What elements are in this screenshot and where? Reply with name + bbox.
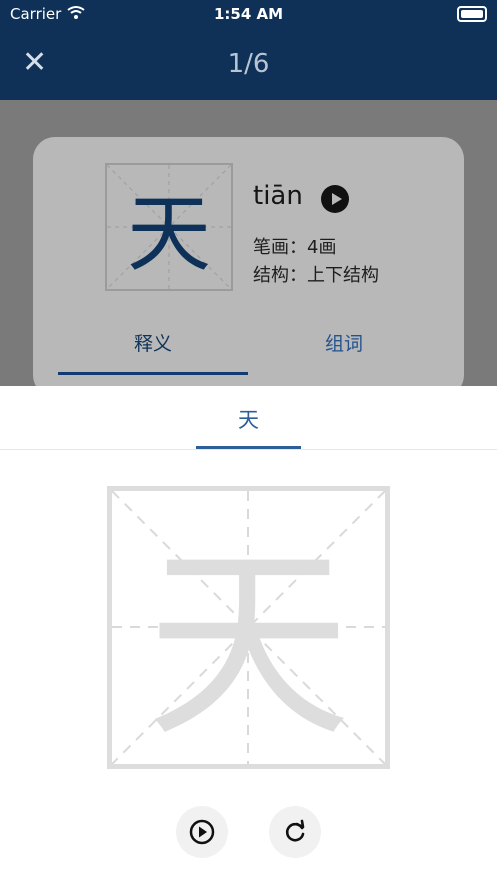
play-button[interactable] [176, 806, 228, 858]
tab-meaning[interactable]: 释义 [58, 329, 248, 356]
stroke-grid: 天 [107, 486, 390, 769]
page-progress: 1/6 [227, 49, 270, 79]
play-circle-icon [189, 819, 215, 845]
character-preview: 天 [126, 184, 211, 283]
character-card: 天 tiān 笔画：4画 结构：上下结构 释义 组词 [33, 137, 464, 397]
structure-type: 结构：上下结构 [253, 265, 379, 286]
replay-button[interactable] [269, 806, 321, 858]
tab-character[interactable]: 天 [196, 404, 301, 434]
tab-indicator [58, 372, 248, 375]
dimmed-background: 天 tiān 笔画：4画 结构：上下结构 释义 组词 [0, 100, 497, 397]
play-circle-icon[interactable] [321, 185, 349, 213]
status-bar: Carrier 1:54 AM [0, 0, 497, 30]
clock: 1:54 AM [213, 5, 284, 23]
battery-icon [457, 6, 487, 22]
stroke-animation-sheet: 天 天 [0, 386, 497, 883]
character-grid: 天 [105, 163, 233, 291]
stroke-count: 笔画：4画 [253, 237, 337, 258]
stroke-character: 天 [146, 527, 351, 765]
top-bar: Carrier 1:54 AM ✕ 1/6 [0, 0, 497, 100]
refresh-icon [285, 819, 305, 842]
tab-words[interactable]: 组词 [249, 329, 439, 356]
pinyin-label: tiān [253, 181, 303, 211]
divider [0, 449, 497, 450]
